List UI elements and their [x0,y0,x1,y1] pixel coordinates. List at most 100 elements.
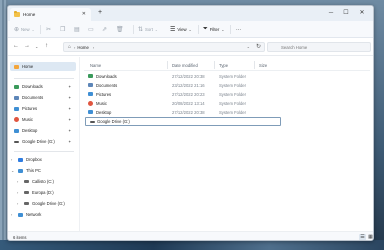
network-icon [18,212,23,217]
sidebar-item-downloads[interactable]: Downloads ✦ [8,82,78,91]
column-header-name[interactable]: Name [90,61,101,69]
status-bar: 6 items ☰ ▦ [8,231,373,240]
address-bar[interactable]: ⌂ › Home › ⌄ ↻ [63,42,265,52]
breadcrumb-home[interactable]: Home [77,45,88,50]
file-name: Pictures [96,91,112,97]
home-folder-icon [14,64,19,69]
scissors-icon: ✂ [46,27,52,33]
sidebar-item-this-pc[interactable]: ⌄ This PC [8,166,78,175]
column-divider[interactable] [214,61,215,69]
filter-icon: ⏷ [203,26,208,32]
sort-label: Sort [145,27,153,32]
sort-button[interactable]: ⇅ Sort ⌄ [138,25,158,34]
home-icon: ⌂ [68,44,72,50]
column-header-size[interactable]: Size [259,61,267,69]
filter-button[interactable]: ⏷ Filter ⌄ [203,25,224,34]
sidebar-item-label: Pictures [22,106,38,111]
column-divider[interactable] [254,61,255,69]
tab-close-icon[interactable]: ✕ [82,11,86,17]
desktop-wallpaper-right [374,0,384,250]
plus-circle-icon: ⊕ [14,27,20,33]
chevron-down-icon: ⌄ [31,27,35,32]
table-row[interactable]: Downloads 27/12/2022 20:38 System Folder [84,72,277,80]
forward-arrow-icon[interactable]: → [24,43,30,49]
sidebar-item-label: Europa (D:) [32,190,54,195]
file-list: Name Date modified Type Size Downloads 2… [81,57,373,231]
search-input[interactable] [267,42,371,52]
file-name: Google Drive (G:) [97,119,130,124]
maximize-button[interactable]: ☐ [339,8,353,18]
details-view-icon[interactable]: ☰ [359,234,366,240]
sidebar-item-home[interactable]: Home [10,62,76,71]
file-date: 27/12/2022 20:23 [172,91,205,97]
file-date: 20/08/2022 13:14 [172,100,205,106]
refresh-icon[interactable]: ↻ [256,43,261,50]
documents-folder-icon [88,83,93,87]
pictures-folder-icon [88,92,93,96]
more-options-button[interactable]: ··· [236,25,241,34]
copy-button[interactable]: ❐ [60,25,67,34]
computer-icon [18,168,23,173]
new-button[interactable]: ⊕ New ⌄ [14,25,35,34]
divider [133,25,134,34]
view-button[interactable]: ☰ View ⌄ [170,25,192,34]
recent-locations-icon[interactable]: ⌄ [35,44,38,49]
file-type: System Folder [219,73,246,79]
share-button[interactable]: ⇗ [102,25,109,34]
sidebar-item-dropbox[interactable]: › Dropbox [8,155,78,164]
tab-title: Home [23,12,36,17]
column-header-type[interactable]: Type [219,61,228,69]
sidebar-item-google-drive-pc[interactable]: › Google Drive (G:) [8,199,78,208]
sidebar-item-label: Dropbox [26,157,42,162]
rename-button[interactable]: ▭ [88,25,96,34]
new-tab-button[interactable]: + [98,9,102,17]
dropbox-icon [18,157,23,162]
paste-button[interactable]: ▤ [74,25,82,34]
file-date: 27/12/2022 20:38 [172,109,205,115]
drive-icon [24,180,29,183]
pin-icon: ✦ [68,95,72,100]
chevron-down-icon: ⌄ [154,27,158,32]
table-row[interactable]: Pictures 27/12/2022 20:23 System Folder [84,90,277,98]
tab-bar: Home ✕ + ─ ☐ ✕ [8,6,373,21]
pictures-folder-icon [14,106,19,111]
chevron-right-icon: › [17,179,19,184]
sidebar-item-label: Downloads [22,84,43,89]
sidebar-item-label: Google Drive (G:) [22,139,55,144]
table-row[interactable]: Documents 23/12/2022 21:16 System Folder [84,81,277,89]
address-dropdown-icon[interactable]: ⌄ [247,44,250,49]
share-icon: ⇗ [102,27,108,33]
drive-icon [14,140,19,143]
sidebar-item-callisto[interactable]: › Callisto (C:) [8,177,78,186]
table-row[interactable]: Music 20/08/2022 13:14 System Folder [84,99,277,107]
home-folder-icon [14,11,20,17]
table-row[interactable]: Google Drive (G:) [85,117,281,126]
chevron-down-icon: ⌄ [188,27,192,32]
sidebar-item-documents[interactable]: Documents ✦ [8,93,78,102]
column-divider[interactable] [167,61,168,69]
sidebar-item-google-drive[interactable]: Google Drive (G:) ✦ [8,137,78,146]
file-name: Desktop [96,109,112,115]
sidebar-item-desktop[interactable]: Desktop ✦ [8,126,78,135]
delete-button[interactable]: 🗑 [116,25,126,34]
sidebar-item-network[interactable]: › Network [8,210,78,219]
file-explorer-window: Home ✕ + ─ ☐ ✕ ⊕ New ⌄ ✂ ❐ ▤ ▭ ⇗ 🗑 ⇅ Sor… [7,5,374,241]
music-folder-icon [14,117,19,122]
sidebar-item-europa[interactable]: › Europa (D:) [8,188,78,197]
sidebar-item-music[interactable]: Music ✦ [8,115,78,124]
view-label: View [177,27,187,32]
divider [14,78,74,79]
tiles-view-icon[interactable]: ▦ [367,234,373,240]
cut-button[interactable]: ✂ [46,25,53,34]
tab-home[interactable]: Home ✕ [10,8,91,21]
close-window-button[interactable]: ✕ [355,8,369,18]
column-header-date[interactable]: Date modified [172,61,198,69]
back-arrow-icon[interactable]: ← [13,43,19,49]
minimize-button[interactable]: ─ [324,8,338,18]
up-arrow-icon[interactable]: ↑ [45,43,48,49]
table-row[interactable]: Desktop 27/12/2022 20:38 System Folder [84,108,277,116]
sidebar-item-pictures[interactable]: Pictures ✦ [8,104,78,113]
file-type: System Folder [219,109,246,115]
music-folder-icon [88,100,93,106]
file-name: Documents [96,82,118,88]
